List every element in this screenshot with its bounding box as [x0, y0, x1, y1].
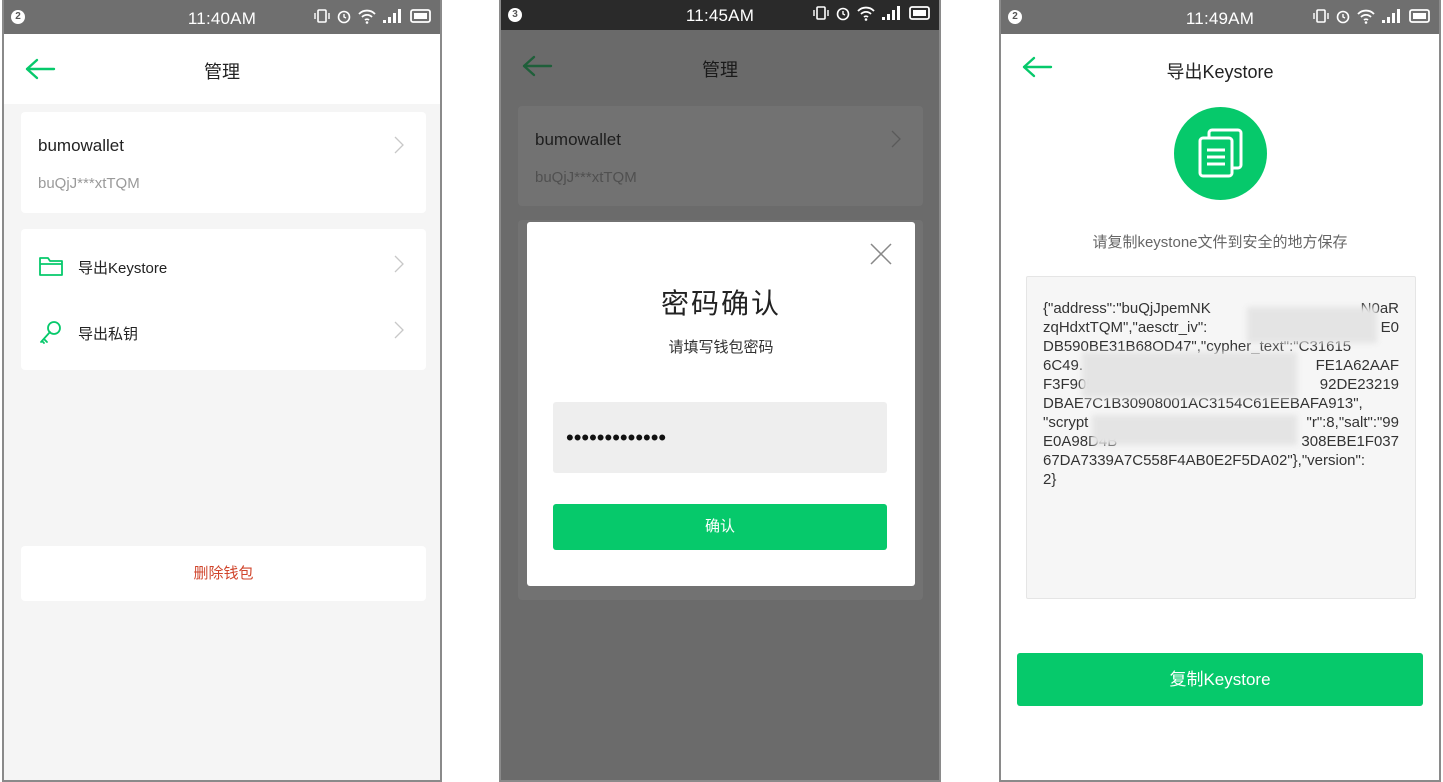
- status-icons: [1313, 8, 1431, 24]
- keystore-textbox[interactable]: {"address":"buQjJpemNK N0aR zqHdxtTQM","ae…: [1026, 276, 1416, 599]
- password-dialog: 密码确认 请填写钱包密码 ••••••••••••• 确认: [527, 222, 915, 586]
- redaction-blur: [1247, 307, 1377, 343]
- wallet-address: buQjJ***xtTQM: [38, 175, 140, 192]
- alarm-icon: [1336, 10, 1350, 24]
- document-copy-icon: [1198, 128, 1243, 178]
- wallet-card[interactable]: bumowallet buQjJ***xtTQM: [21, 112, 426, 213]
- chevron-right-icon: [891, 130, 901, 148]
- nav-bar: 管理: [4, 34, 440, 104]
- phone-screen-manage: 2 11:40AM 管理 bumowallet buQjJ***xtTQM 导出…: [2, 0, 442, 782]
- chevron-right-icon: [394, 321, 404, 339]
- keystore-line-left: 6C49.: [1043, 357, 1084, 374]
- chevron-right-icon: [394, 255, 404, 273]
- keystore-line-right: 308EBE1F037: [1301, 433, 1399, 450]
- keystore-line-right: E0: [1380, 319, 1399, 336]
- keystore-line-left: 67DA7339A7C558F4AB0E2F5DA02"},"version":: [1043, 452, 1366, 469]
- menu-item-label: 导出Keystore: [78, 260, 168, 277]
- menu-item-label: 导出私钥: [78, 326, 139, 343]
- keystore-line-left: 2}: [1043, 471, 1057, 488]
- password-input[interactable]: •••••••••••••: [553, 402, 887, 473]
- dialog-subtitle: 请填写钱包密码: [668, 339, 774, 356]
- vibrate-icon: [314, 9, 330, 23]
- alarm-icon: [337, 10, 351, 24]
- keystore-hint: 请复制keystone文件到安全的地方保存: [1092, 234, 1348, 251]
- page-title: 管理: [204, 62, 240, 82]
- signal-icon: [383, 9, 401, 23]
- nav-bar-dimmed: 管理: [501, 30, 939, 100]
- menu-item-export-keystore[interactable]: 导出Keystore: [21, 231, 426, 297]
- redaction-blur: [1092, 415, 1297, 445]
- keystore-line-left: "scrypt: [1043, 414, 1089, 431]
- wifi-icon: [358, 9, 376, 24]
- keystore-line-right: "r":8,"salt":"99: [1306, 414, 1400, 431]
- keystore-line-left: zqHdxtTQM","aesctr_iv":: [1043, 319, 1208, 336]
- phone-screen-export-keystore: 2 11:49AM 导出Keystore 请复制keystone文件到安全的地方…: [999, 0, 1441, 782]
- chevron-right-icon: [394, 136, 404, 154]
- wallet-name: bumowallet: [38, 136, 124, 155]
- wallet-name: bumowallet: [535, 130, 621, 149]
- wifi-icon: [1357, 9, 1375, 24]
- phone-screen-password-dialog: 3 11:45AM 管理 bumowallet buQjJ***xtTQM 密码…: [499, 0, 941, 782]
- status-bar: 2 11:40AM: [4, 0, 440, 34]
- status-icons: [314, 8, 432, 24]
- battery-icon: [1409, 9, 1430, 23]
- status-icons: [813, 5, 931, 21]
- dialog-title: 密码确认: [660, 288, 781, 319]
- copy-keystore-button[interactable]: 复制Keystore: [1017, 653, 1423, 706]
- vibrate-icon: [1313, 9, 1329, 23]
- battery-icon: [410, 9, 431, 23]
- keystore-line-left: {"address":"buQjJpemNK: [1043, 300, 1211, 317]
- redaction-blur: [1082, 352, 1297, 398]
- confirm-button[interactable]: 确认: [553, 504, 887, 550]
- page-title: 导出Keystore: [1166, 62, 1274, 82]
- status-bar: 2 11:49AM: [1001, 0, 1439, 34]
- status-bar: 3 11:45AM: [501, 0, 939, 30]
- menu-item-export-private-key[interactable]: 导出私钥: [21, 297, 426, 363]
- keystore-badge: [1174, 107, 1267, 200]
- signal-icon: [1382, 9, 1400, 23]
- close-icon[interactable]: [869, 242, 893, 266]
- signal-icon: [882, 6, 900, 20]
- key-icon: [40, 321, 61, 344]
- page-title: 管理: [702, 60, 738, 80]
- delete-wallet-button[interactable]: 删除钱包: [21, 546, 426, 601]
- wallet-address: buQjJ***xtTQM: [535, 169, 637, 186]
- keystore-line: 2}: [1043, 470, 1399, 489]
- export-menu-card: 导出Keystore 导出私钥: [21, 229, 426, 370]
- folder-icon: [39, 257, 63, 276]
- keystore-line: 67DA7339A7C558F4AB0E2F5DA02"},"version":: [1043, 451, 1399, 470]
- battery-icon: [909, 6, 930, 20]
- keystore-line-right: FE1A62AAF: [1315, 357, 1399, 374]
- wifi-icon: [857, 6, 875, 21]
- alarm-icon: [836, 7, 850, 21]
- vibrate-icon: [813, 6, 829, 20]
- wallet-card-dimmed: bumowallet buQjJ***xtTQM: [518, 106, 923, 206]
- nav-bar: 导出Keystore: [1001, 34, 1439, 104]
- keystore-line-right: 92DE23219: [1319, 376, 1399, 393]
